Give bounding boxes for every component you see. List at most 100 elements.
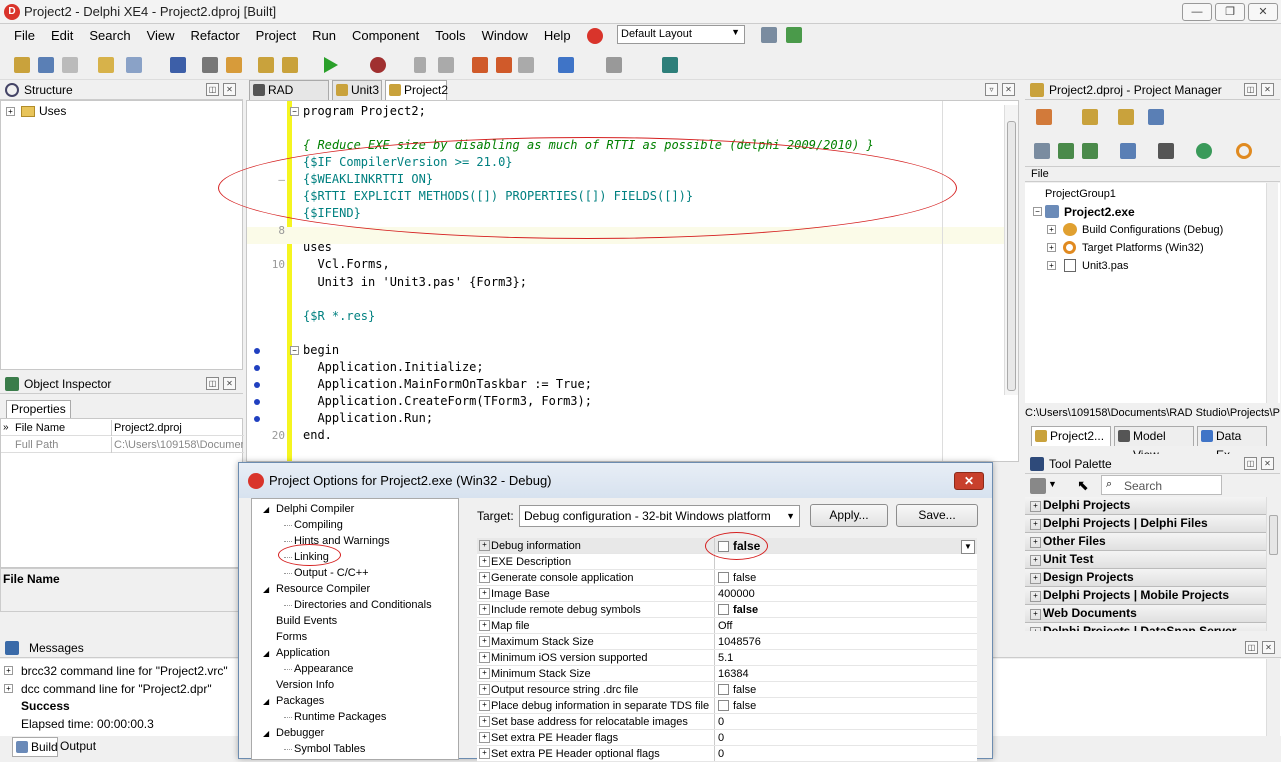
options-tree-item[interactable]: Resource Compiler bbox=[276, 581, 370, 597]
palette-category[interactable]: Delphi Projects | DataSnap Server bbox=[1025, 623, 1266, 631]
target-select[interactable]: Debug configuration - 32-bit Windows pla… bbox=[519, 505, 800, 527]
open-icon[interactable] bbox=[38, 57, 54, 73]
layout-select[interactable]: Default Layout ▼ bbox=[617, 25, 745, 44]
pin-icon[interactable]: ◫ bbox=[1245, 641, 1258, 654]
breakpoint-dot[interactable] bbox=[254, 347, 260, 354]
palette-category[interactable]: Unit Test bbox=[1025, 551, 1266, 569]
breakpoint-dot[interactable] bbox=[254, 364, 260, 371]
tab-output[interactable]: Output bbox=[60, 739, 96, 753]
new-items-icon[interactable] bbox=[14, 57, 30, 73]
expand-triangle-icon[interactable]: ◢ bbox=[263, 585, 269, 594]
editor-scrollbar[interactable] bbox=[1004, 105, 1018, 395]
option-row[interactable]: Include remote debug symbols false bbox=[477, 602, 977, 618]
fold-icon[interactable]: − bbox=[290, 345, 299, 355]
menu-run[interactable]: Run bbox=[304, 24, 344, 48]
remove-from-project-icon[interactable] bbox=[282, 57, 298, 73]
close-icon[interactable]: ✕ bbox=[223, 83, 236, 96]
close-icon[interactable]: ✕ bbox=[223, 377, 236, 390]
minimize-button[interactable]: — bbox=[1182, 3, 1212, 21]
menu-help[interactable]: Help bbox=[536, 24, 579, 48]
code-line[interactable]: Unit3 in 'Unit3.pas' {Form3}; bbox=[303, 274, 527, 291]
option-value[interactable]: false bbox=[715, 602, 977, 617]
code-line[interactable]: Application.Initialize; bbox=[303, 359, 483, 376]
menu-window[interactable]: Window bbox=[474, 24, 536, 48]
list-icon[interactable] bbox=[1120, 143, 1136, 159]
menu-project[interactable]: Project bbox=[248, 24, 304, 48]
option-value[interactable]: 16384 bbox=[715, 666, 977, 681]
tab-properties[interactable]: Properties bbox=[6, 400, 71, 418]
close-window-button[interactable]: ✕ bbox=[1248, 3, 1278, 21]
tree-node-project2-exe[interactable]: Project2.exe bbox=[1064, 204, 1135, 220]
tab-rad-studio[interactable]: RAD Studio bbox=[249, 80, 329, 116]
run-to-cursor-icon[interactable] bbox=[518, 57, 534, 73]
save-as-icon[interactable] bbox=[202, 57, 218, 73]
code-line[interactable]: begin bbox=[303, 342, 339, 359]
messages-scrollbar[interactable] bbox=[1266, 659, 1280, 736]
palette-category[interactable]: Delphi Projects | Mobile Projects bbox=[1025, 587, 1266, 605]
option-row[interactable]: Map fileOff bbox=[477, 618, 977, 634]
save-icon[interactable] bbox=[170, 57, 186, 73]
tree-node-target-platforms[interactable]: Target Platforms (Win32) bbox=[1082, 240, 1204, 256]
save-desktop-icon[interactable] bbox=[761, 27, 777, 43]
option-value[interactable]: false bbox=[715, 682, 977, 697]
option-row[interactable]: Generate console application false bbox=[477, 570, 977, 586]
option-checkbox[interactable] bbox=[718, 684, 729, 695]
palette-category[interactable]: Delphi Projects bbox=[1025, 497, 1266, 515]
palette-category[interactable]: Delphi Projects | Delphi Files bbox=[1025, 515, 1266, 533]
option-row[interactable]: Output resource string .drc file false bbox=[477, 682, 977, 698]
pin-icon[interactable]: ◫ bbox=[206, 83, 219, 96]
option-value[interactable]: false bbox=[715, 698, 977, 713]
option-value[interactable]: 0 bbox=[715, 714, 977, 729]
option-value[interactable]: 0 bbox=[715, 730, 977, 745]
tab-project2[interactable]: Project2 bbox=[385, 80, 448, 100]
code-line[interactable]: program Project2; bbox=[303, 103, 426, 120]
menu-refactor[interactable]: Refactor bbox=[183, 24, 248, 48]
menu-view[interactable]: View bbox=[139, 24, 183, 48]
trace-into-icon[interactable] bbox=[496, 57, 512, 73]
tab-build[interactable]: Build bbox=[12, 737, 58, 757]
chevron-down-icon[interactable]: ▼ bbox=[961, 540, 975, 554]
open-file-icon[interactable] bbox=[226, 57, 242, 73]
tree-node-projectgroup[interactable]: ProjectGroup1 bbox=[1045, 186, 1116, 202]
expand-icon[interactable]: + bbox=[6, 107, 15, 116]
expand-triangle-icon[interactable]: ◢ bbox=[263, 729, 269, 738]
apply-button[interactable]: Apply... bbox=[810, 504, 888, 527]
palette-category[interactable]: Web Documents bbox=[1025, 605, 1266, 623]
option-value[interactable]: Off bbox=[715, 618, 977, 633]
tab-unit3[interactable]: Unit3 bbox=[332, 80, 382, 100]
view-icon[interactable] bbox=[1148, 109, 1164, 125]
help-book-icon[interactable] bbox=[662, 57, 678, 73]
breakpoint-dot[interactable] bbox=[254, 381, 260, 388]
code-line[interactable]: uses bbox=[303, 239, 332, 256]
scrollbar-thumb[interactable] bbox=[1007, 121, 1016, 391]
option-row[interactable]: Place debug information in separate TDS … bbox=[477, 698, 977, 714]
option-row[interactable]: Image Base400000 bbox=[477, 586, 977, 602]
close-icon[interactable]: ✕ bbox=[1002, 83, 1015, 96]
expand-all-icon[interactable] bbox=[1058, 143, 1074, 159]
open-project-icon[interactable] bbox=[126, 57, 142, 73]
option-value[interactable]: false bbox=[715, 570, 977, 585]
options-tree-item[interactable]: Version Info bbox=[276, 677, 334, 693]
collapse-all-icon[interactable] bbox=[1082, 143, 1098, 159]
menu-search[interactable]: Search bbox=[81, 24, 138, 48]
option-checkbox[interactable] bbox=[718, 572, 729, 583]
inspector-row[interactable]: » File Name Project2.dproj bbox=[1, 420, 244, 436]
add-project-icon[interactable] bbox=[1082, 109, 1098, 125]
message-success[interactable]: Success bbox=[21, 699, 70, 713]
back-arrow-icon[interactable] bbox=[558, 57, 574, 73]
close-icon[interactable]: ✕ bbox=[1261, 457, 1274, 470]
menu-file[interactable]: File bbox=[6, 24, 43, 48]
options-tree-item[interactable]: Build Events bbox=[276, 613, 337, 629]
tree-node-build-configs[interactable]: Build Configurations (Debug) bbox=[1082, 222, 1223, 238]
pin-icon[interactable]: ◫ bbox=[1244, 83, 1257, 96]
palette-scrollbar[interactable] bbox=[1266, 497, 1280, 631]
expand-triangle-icon[interactable]: ◢ bbox=[263, 505, 269, 514]
options-tree-item[interactable]: Delphi Compiler bbox=[276, 501, 354, 517]
option-checkbox[interactable] bbox=[718, 700, 729, 711]
option-value[interactable]: 5.1 bbox=[715, 650, 977, 665]
palette-category[interactable]: Design Projects bbox=[1025, 569, 1266, 587]
options-tree-item[interactable]: Debugger bbox=[276, 725, 324, 741]
option-row[interactable]: Minimum Stack Size16384 bbox=[477, 666, 977, 682]
code-line[interactable]: Application.MainFormOnTaskbar := True; bbox=[303, 376, 592, 393]
tree-node-unit3[interactable]: Unit3.pas bbox=[1082, 258, 1128, 274]
